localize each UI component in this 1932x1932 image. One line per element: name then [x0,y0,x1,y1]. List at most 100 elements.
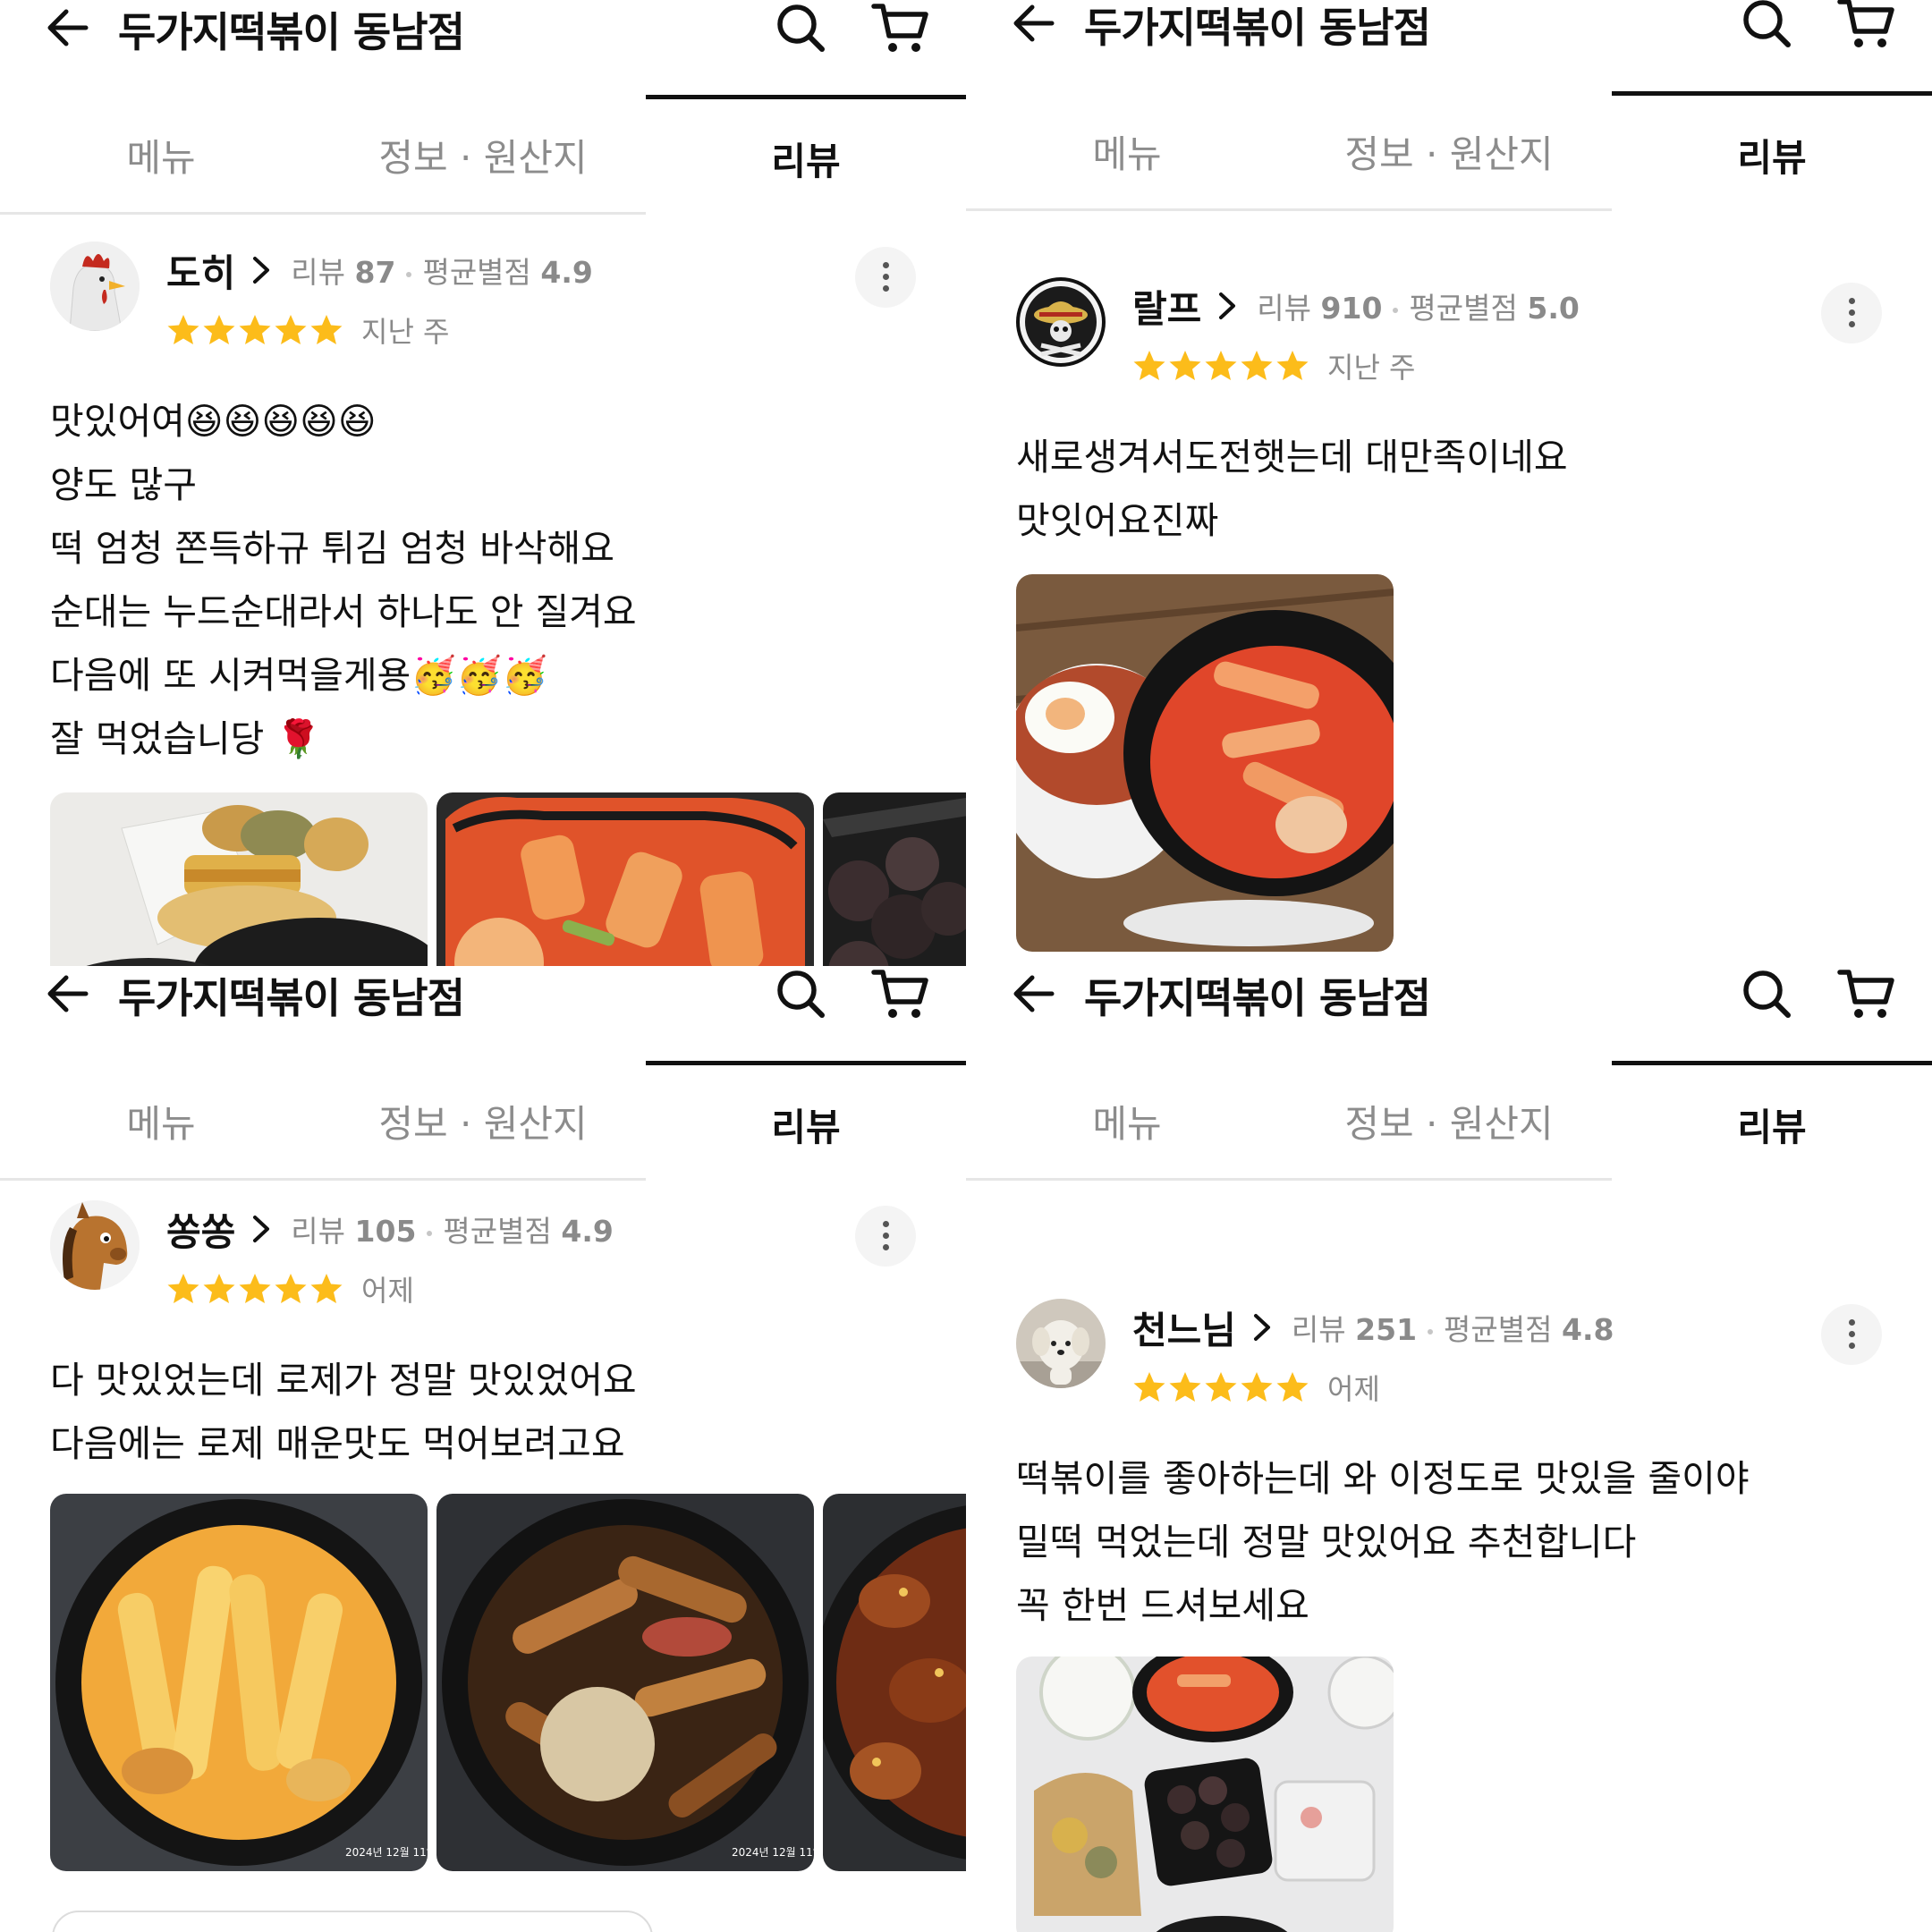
reviewer-info[interactable]: 쏭쏭 리뷰 105 평균별점 4.9 [166,1204,614,1254]
more-vertical-icon[interactable] [1821,283,1882,343]
more-vertical-icon[interactable] [855,247,916,308]
delivery-spread-photo [1016,1657,1394,1932]
star-icon [274,313,308,347]
cart-icon[interactable] [871,966,930,1021]
tab-review[interactable]: 리뷰 [1612,91,1932,214]
avg-rating: 4.9 [561,1214,614,1249]
top-bar: 두가지떡볶이 동남점 [0,0,966,89]
top-bar: 두가지떡볶이 동남점 [966,0,1932,85]
tab-review[interactable]: 리뷰 [646,95,966,217]
avg-rating-label: 평균별점 [1444,1312,1553,1347]
reviewer-nickname: 도히 [166,250,236,295]
chevron-right-icon [1216,291,1239,321]
review-date: 지난 주 [1327,351,1416,385]
tab-bar: 메뉴 정보 · 원산지 리뷰 [966,91,1932,214]
avg-rating: 5.0 [1527,291,1580,326]
tab-review[interactable]: 리뷰 [646,1061,966,1183]
reviewer-nickname: 쏭쏭 [166,1209,236,1254]
review-photo[interactable] [823,1494,966,1871]
store-title: 두가지떡볶이 동남점 [118,974,465,1022]
star-rating [1132,349,1309,383]
more-vertical-icon[interactable] [855,1206,916,1267]
review-photo[interactable] [823,792,966,966]
photo-date-stamp: 2024년 12월 11일 [732,1846,814,1859]
search-icon[interactable] [1741,968,1792,1020]
avg-rating: 4.9 [540,255,593,290]
tab-menu[interactable]: 메뉴 [0,95,322,215]
reviewer-info[interactable]: 천느님 리뷰 251 평균별점 4.8 [1132,1302,1614,1352]
search-icon[interactable] [775,2,826,54]
back-arrow-icon[interactable] [1009,0,1057,47]
star-icon [166,1272,200,1306]
rating-row: 어제 [1132,1367,1380,1408]
rose-tteokbokki-photo: 2024년 12월 11일 [50,1494,428,1871]
tab-review[interactable]: 리뷰 [1612,1061,1932,1183]
reviewer-info[interactable]: 랄프 리뷰 910 평균별점 5.0 [1132,281,1580,331]
review-line: 잘 먹었습니당 🌹 [50,717,322,760]
star-icon [1275,349,1309,383]
tab-menu[interactable]: 메뉴 [0,1061,322,1181]
review-line: 새로생겨서도전햇는데 대만족이네요 [1016,436,1568,479]
chevron-right-icon [250,255,273,285]
avatar[interactable] [1016,277,1106,367]
tab-info-origin[interactable]: 정보 · 원산지 [1288,91,1610,211]
chevron-right-icon [1250,1312,1274,1343]
cart-icon[interactable] [1837,0,1896,51]
reviewer-stats: 리뷰 87 평균별점 4.9 [291,249,593,292]
avg-rating: 4.8 [1562,1312,1614,1347]
star-rating [166,1272,343,1306]
review-count-label: 리뷰 [291,255,346,290]
review-photo[interactable] [50,792,428,966]
review-line: 다 맛있었는데 로제가 정말 맛있었어요 [50,1359,637,1402]
cart-icon[interactable] [871,0,930,55]
store-title: 두가지떡볶이 동남점 [1084,974,1431,1022]
avg-rating-label: 평균별점 [422,255,531,290]
star-icon [274,1272,308,1306]
tteokbokki-fried-rice-photo [1016,574,1394,952]
star-icon [202,313,236,347]
reviewer-nickname: 랄프 [1132,286,1202,331]
star-icon [1132,349,1166,383]
tab-menu[interactable]: 메뉴 [966,1061,1288,1181]
tab-bar: 메뉴 정보 · 원산지 리뷰 [0,95,966,217]
review-photo[interactable]: 2024년 12월 11일 [436,1494,814,1871]
star-icon [1204,1370,1238,1404]
horse-avatar-image [50,1200,140,1290]
tab-info-origin[interactable]: 정보 · 원산지 [322,1061,644,1181]
star-icon [1168,1370,1202,1404]
avatar[interactable] [50,242,140,331]
review-photo[interactable] [1016,1657,1394,1932]
review-text: 맛있어여😆😆😆😆😆 양도 많구 떡 엄청 쫀득하규 튀김 엄청 바삭해요 순대는… [50,390,927,771]
more-reviews-button[interactable] [52,1911,653,1932]
review-line: 맛있어여😆😆😆😆😆 [50,400,377,443]
search-icon[interactable] [1741,0,1792,49]
top-bar: 두가지떡볶이 동남점 [0,966,966,1055]
chicken-avatar-image [50,242,140,331]
more-vertical-icon[interactable] [1821,1304,1882,1365]
cart-icon[interactable] [1837,966,1896,1021]
review-count-label: 리뷰 [1257,291,1312,326]
review-photo[interactable] [1016,574,1394,952]
review-photo[interactable] [436,792,814,966]
back-arrow-icon[interactable] [1009,970,1057,1018]
tab-info-origin[interactable]: 정보 · 원산지 [1288,1061,1610,1181]
back-arrow-icon[interactable] [43,4,91,52]
reviewer-info[interactable]: 도히 리뷰 87 평균별점 4.9 [166,245,593,295]
review-line: 밀떡 먹었는데 정말 맛있어요 추천합니다 [1016,1521,1637,1563]
back-arrow-icon[interactable] [43,970,91,1018]
tab-menu[interactable]: 메뉴 [966,91,1288,211]
avatar[interactable] [50,1200,140,1290]
sundae-photo [823,792,966,966]
reviewer-nickname: 천느님 [1132,1308,1236,1352]
avatar[interactable] [1016,1299,1106,1388]
review-line: 다음에는 로제 매운맛도 먹어보려고요 [50,1422,625,1465]
review-line: 맛잇어요진짜 [1016,499,1219,542]
review-date: 어제 [1327,1372,1380,1406]
review-count: 910 [1320,291,1383,326]
search-icon[interactable] [775,968,826,1020]
tab-info-origin[interactable]: 정보 · 원산지 [322,95,644,215]
review-line: 떡볶이를 좋아하는데 와 이정도로 맛있을 줄이야 [1016,1457,1750,1500]
reviewer-stats: 리뷰 105 평균별점 4.9 [291,1208,614,1250]
review-photo[interactable]: 2024년 12월 11일 [50,1494,428,1871]
fried-food-photo [50,792,428,966]
